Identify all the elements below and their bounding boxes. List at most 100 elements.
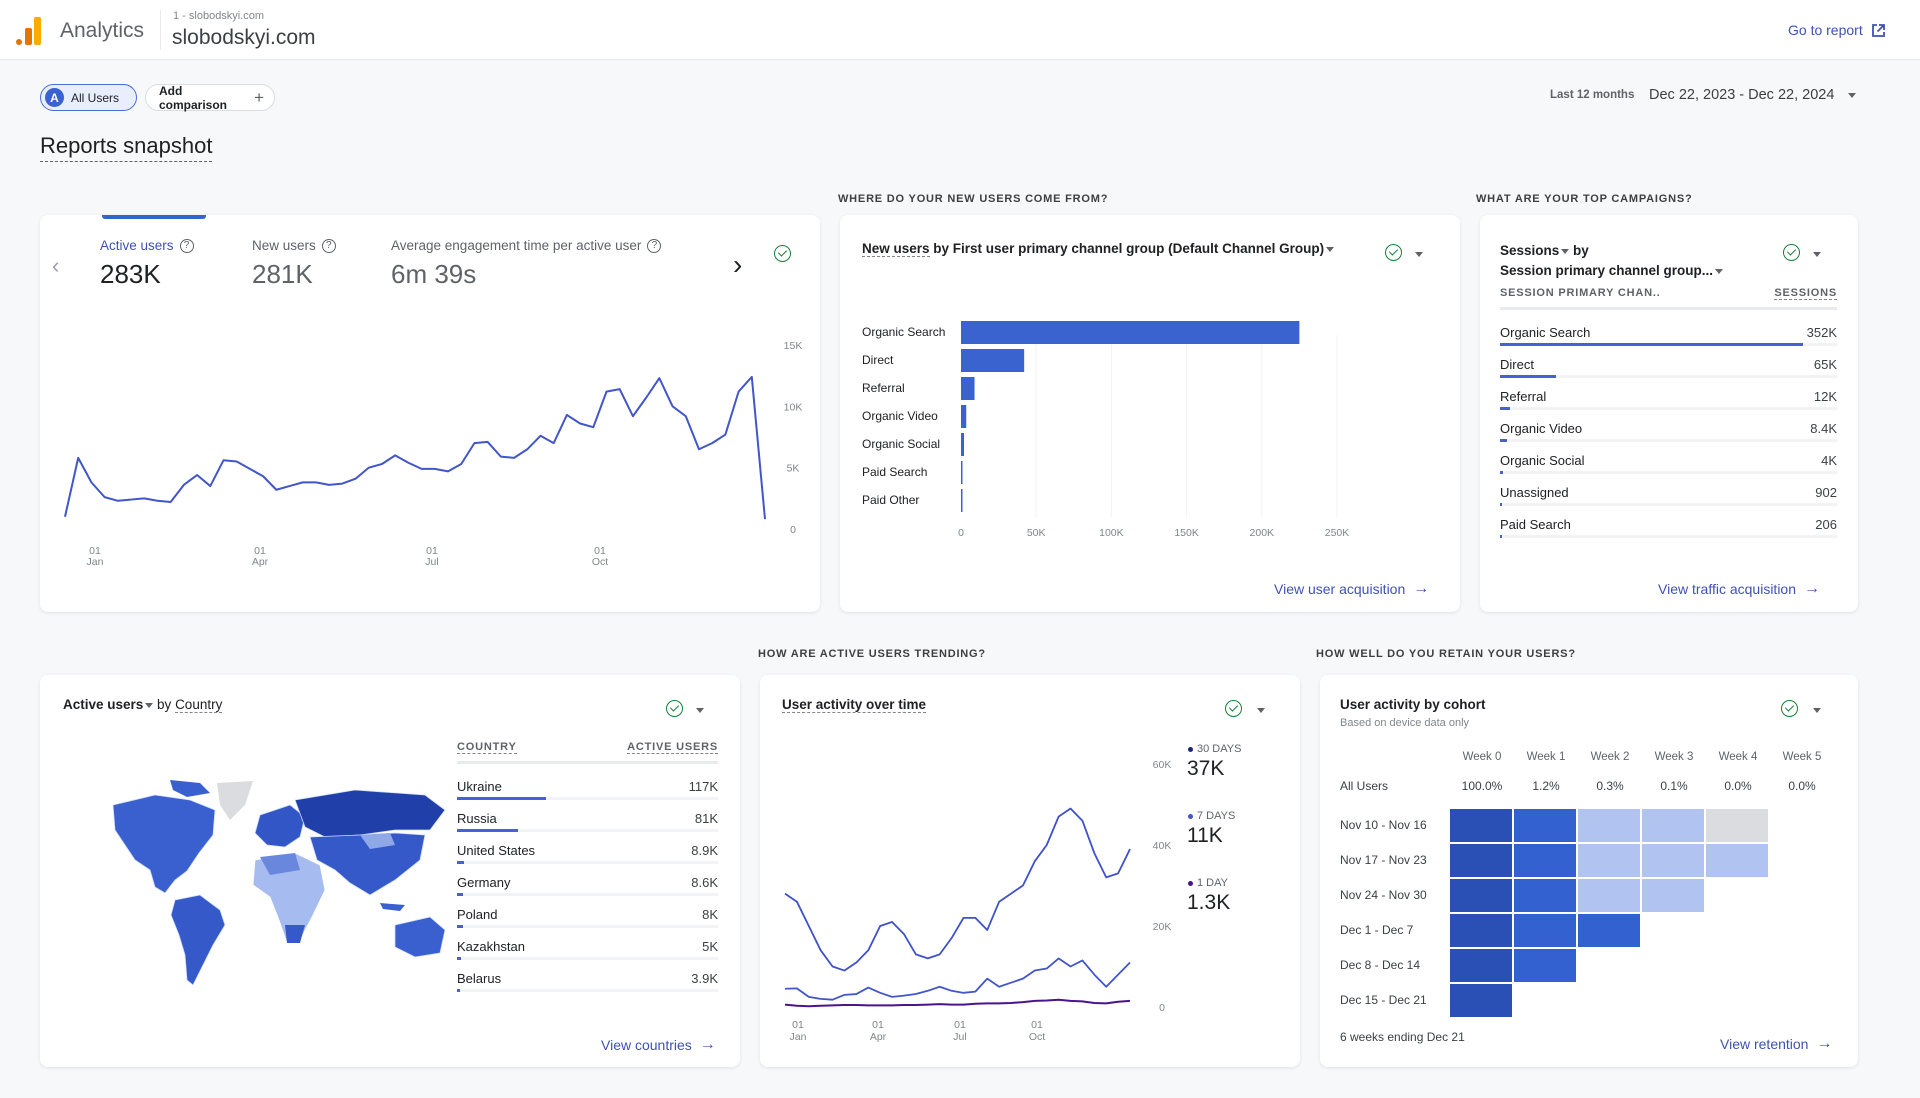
page-title[interactable]: Reports snapshot (40, 133, 213, 162)
property-picker[interactable]: slobodskyi.com (172, 26, 316, 50)
cohort-cell[interactable] (1514, 844, 1576, 877)
cohort-cell[interactable] (1642, 844, 1704, 877)
title-dimension[interactable]: by First user primary channel group (Def… (930, 241, 1324, 256)
column-header-channel[interactable]: SESSION PRIMARY CHAN.. (1500, 287, 1661, 299)
x-tick-label: 250K (1325, 527, 1350, 539)
check-circle-icon[interactable] (1225, 700, 1242, 717)
title-dimension[interactable]: Country (175, 697, 223, 713)
user-activity-title[interactable]: User activity over time (782, 697, 927, 713)
cohort-cell[interactable] (1450, 844, 1512, 877)
table-row[interactable]: Poland 8K (457, 907, 718, 939)
cohort-cell[interactable] (1642, 879, 1704, 912)
help-icon[interactable]: ? (179, 238, 194, 253)
view-user-acquisition-link[interactable]: View user acquisition → (1274, 580, 1429, 598)
column-header-active-users[interactable]: ACTIVE USERS (627, 741, 718, 754)
metric-tab-active-users[interactable]: Active users? 283K (100, 238, 194, 290)
cohort-cell[interactable] (1514, 949, 1576, 982)
section-label-new-users: WHERE DO YOUR NEW USERS COME FROM? (838, 193, 1109, 205)
table-row[interactable]: Paid Search 206 (1500, 517, 1837, 549)
cohort-cell[interactable] (1514, 809, 1576, 842)
column-header-country[interactable]: COUNTRY (457, 741, 517, 754)
view-traffic-acquisition-link[interactable]: View traffic acquisition → (1658, 580, 1820, 598)
bar-category-label: Referral (862, 381, 905, 395)
y-tick-label: 5K (787, 463, 800, 475)
title-metric[interactable]: Active users (63, 697, 143, 712)
campaigns-card-title[interactable]: Sessions by Session primary channel grou… (1500, 241, 1724, 281)
cohort-cell[interactable] (1450, 984, 1512, 1017)
country-card-title[interactable]: Active users by Country (63, 697, 223, 713)
cohort-cell[interactable] (1642, 809, 1704, 842)
title-metric[interactable]: Sessions (1500, 243, 1559, 258)
analytics-logo-icon[interactable] (16, 17, 42, 45)
cohort-cell[interactable] (1578, 879, 1640, 912)
metric-tab-new-users[interactable]: New users? 281K (252, 238, 336, 290)
table-row[interactable]: Unassigned 902 (1500, 485, 1837, 517)
cohort-cell[interactable] (1578, 809, 1640, 842)
check-circle-icon[interactable] (666, 700, 683, 717)
table-row[interactable]: Kazakhstan 5K (457, 939, 718, 971)
cohort-cell[interactable] (1706, 844, 1768, 877)
row-bar-fill (1500, 535, 1502, 538)
next-metrics-chevron-icon[interactable]: › (733, 249, 742, 281)
legend-item-label[interactable]: 7 DAYS (1188, 810, 1235, 822)
table-row[interactable]: Referral 12K (1500, 389, 1837, 421)
table-row[interactable]: Organic Social 4K (1500, 453, 1837, 485)
check-circle-icon[interactable] (1385, 244, 1402, 261)
cohort-cell[interactable] (1450, 809, 1512, 842)
cohort-cell[interactable] (1706, 809, 1768, 842)
date-range-dropdown-icon[interactable] (1848, 93, 1856, 98)
cohort-cell[interactable] (1578, 914, 1640, 947)
external-link-icon (1871, 23, 1885, 37)
table-row[interactable]: Germany 8.6K (457, 875, 718, 907)
legend-item-label[interactable]: 1 DAY (1188, 877, 1228, 889)
view-retention-link[interactable]: View retention → (1720, 1035, 1832, 1053)
date-range-picker[interactable]: Dec 22, 2023 - Dec 22, 2024 (1649, 87, 1834, 103)
column-header-sessions[interactable]: SESSIONS (1774, 287, 1837, 300)
bar-referral[interactable] (961, 377, 975, 400)
card-menu-dropdown-icon[interactable] (696, 708, 704, 713)
new-users-card-title[interactable]: New users by First user primary channel … (862, 241, 1335, 257)
bar-organic-video[interactable] (961, 405, 967, 428)
bar-organic-search[interactable] (961, 321, 1300, 344)
table-row[interactable]: Direct 65K (1500, 357, 1837, 389)
table-row[interactable]: United States 8.9K (457, 843, 718, 875)
check-circle-icon[interactable] (774, 245, 791, 262)
y-tick-label: 40K (1153, 840, 1172, 852)
bar-organic-social[interactable] (961, 433, 965, 456)
segment-chip-all-users[interactable]: A All Users (40, 84, 137, 111)
add-comparison-button[interactable]: Add comparison + (145, 84, 275, 112)
table-row[interactable]: Organic Video 8.4K (1500, 421, 1837, 453)
cohort-cell[interactable] (1514, 914, 1576, 947)
check-circle-icon[interactable] (1781, 700, 1798, 717)
card-menu-dropdown-icon[interactable] (1257, 708, 1265, 713)
table-row[interactable]: Russia 81K (457, 811, 718, 843)
cohort-cell[interactable] (1450, 879, 1512, 912)
cohort-cell[interactable] (1514, 879, 1576, 912)
property-account-label[interactable]: 1 - slobodskyi.com (173, 10, 264, 22)
help-icon[interactable]: ? (647, 238, 662, 253)
card-menu-dropdown-icon[interactable] (1415, 252, 1423, 257)
cohort-cell[interactable] (1450, 949, 1512, 982)
cohort-cell[interactable] (1450, 914, 1512, 947)
title-metric[interactable]: New users (862, 241, 930, 257)
dimension-dropdown-icon[interactable] (1715, 268, 1724, 274)
check-circle-icon[interactable] (1783, 244, 1800, 261)
bar-paid-other[interactable] (961, 489, 963, 512)
card-menu-dropdown-icon[interactable] (1813, 252, 1821, 257)
dimension-dropdown-icon[interactable] (1326, 246, 1335, 252)
table-row[interactable]: Ukraine 117K (457, 779, 718, 811)
metric-tab-engagement-time[interactable]: Average engagement time per active user?… (391, 238, 662, 290)
cohort-row-label: Nov 10 - Nov 16 (1340, 818, 1427, 832)
view-countries-link[interactable]: View countries → (601, 1036, 716, 1054)
table-row[interactable]: Organic Search 352K (1500, 325, 1837, 357)
bar-direct[interactable] (961, 349, 1025, 372)
help-icon[interactable]: ? (321, 238, 336, 253)
title-dimension[interactable]: Session primary channel group... (1500, 263, 1713, 278)
table-row[interactable]: Belarus 3.9K (457, 971, 718, 1003)
prev-metrics-chevron-icon[interactable]: ‹ (52, 253, 59, 279)
card-menu-dropdown-icon[interactable] (1813, 708, 1821, 713)
legend-item-label[interactable]: 30 DAYS (1188, 743, 1241, 755)
bar-paid-search[interactable] (961, 461, 963, 484)
go-to-report-link[interactable]: Go to report (1788, 22, 1886, 38)
cohort-cell[interactable] (1578, 844, 1640, 877)
